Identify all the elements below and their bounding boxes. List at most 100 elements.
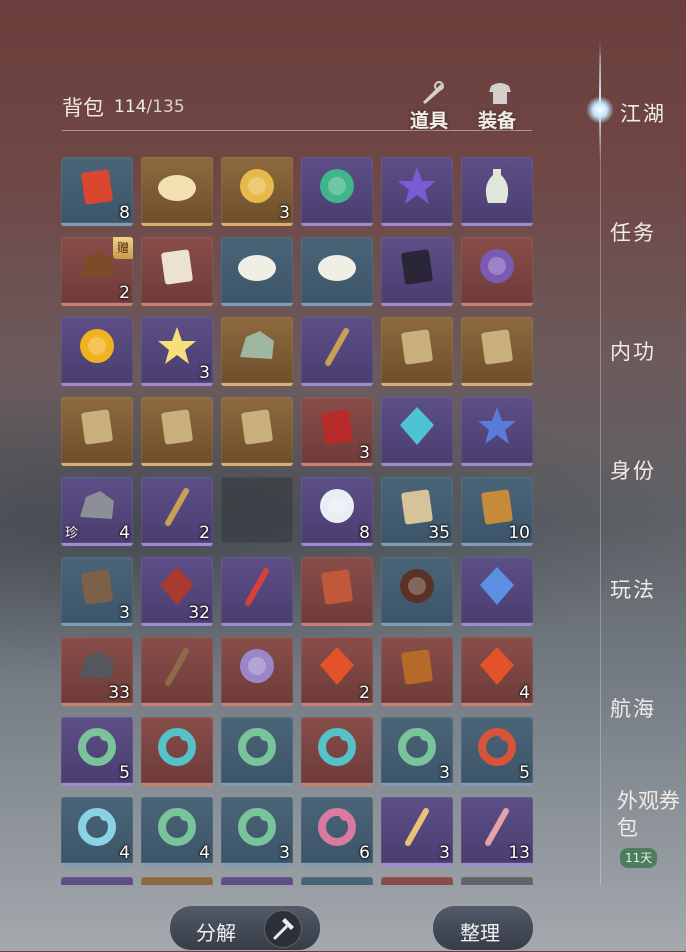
inventory-slot[interactable]: 6 bbox=[301, 797, 373, 866]
decompose-button[interactable]: 分解 bbox=[169, 905, 321, 951]
inventory-slot[interactable]: 3 bbox=[381, 717, 453, 786]
inventory-slot[interactable] bbox=[141, 717, 213, 786]
inventory-slot[interactable] bbox=[61, 397, 133, 466]
fire-crystal-icon bbox=[480, 647, 514, 685]
brush-icon bbox=[165, 488, 189, 526]
sidebar-item-0[interactable]: 江湖 bbox=[620, 98, 686, 128]
green-jade-icon bbox=[398, 728, 436, 766]
inventory-slot[interactable] bbox=[381, 637, 453, 706]
inventory-slot[interactable] bbox=[221, 317, 293, 386]
inventory-slot[interactable]: 2 bbox=[301, 637, 373, 706]
item-quantity: 5 bbox=[519, 763, 530, 783]
inventory-slot[interactable]: 3 bbox=[381, 797, 453, 866]
inventory-slot[interactable] bbox=[141, 637, 213, 706]
inventory-slot[interactable] bbox=[381, 877, 453, 885]
sort-button[interactable]: 整理 bbox=[432, 905, 534, 951]
inventory-slot[interactable] bbox=[301, 157, 373, 226]
tab-equipment[interactable]: 装备 bbox=[474, 83, 520, 132]
sidebar-item-6[interactable]: 外观券包 bbox=[617, 788, 686, 842]
inventory-slot[interactable] bbox=[61, 877, 133, 885]
paper-note-icon bbox=[321, 569, 353, 605]
red-envelope-icon bbox=[321, 409, 353, 445]
inventory-slot[interactable]: 3 bbox=[61, 557, 133, 626]
inventory-slot[interactable] bbox=[221, 877, 293, 885]
inventory-slot[interactable] bbox=[141, 877, 213, 885]
hammer-icon bbox=[264, 910, 302, 948]
inventory-slot[interactable] bbox=[221, 637, 293, 706]
inventory-slot[interactable]: 32 bbox=[141, 557, 213, 626]
fire-crystal-icon bbox=[320, 647, 354, 685]
tools-tab-icon bbox=[423, 81, 444, 104]
item-quantity: 13 bbox=[508, 843, 530, 863]
manuscript-icon bbox=[81, 409, 113, 445]
item-quantity: 32 bbox=[188, 603, 210, 623]
sidebar-item-4[interactable]: 玩法 bbox=[610, 574, 686, 604]
item-quantity: 10 bbox=[508, 523, 530, 543]
inventory-slot[interactable] bbox=[381, 397, 453, 466]
inventory-slot[interactable]: 5 bbox=[61, 717, 133, 786]
inventory-slot[interactable]: 3 bbox=[221, 797, 293, 866]
inventory-slot[interactable] bbox=[381, 557, 453, 626]
inventory-slot[interactable] bbox=[301, 717, 373, 786]
empty-slot[interactable] bbox=[461, 877, 533, 885]
inventory-slot[interactable]: 13 bbox=[461, 797, 533, 866]
green-jade-icon bbox=[238, 728, 276, 766]
inventory-slot[interactable] bbox=[461, 557, 533, 626]
staff-icon bbox=[165, 648, 189, 686]
inventory-grid: 8 3 2 赠 3 3 4 珍 2 8 35 10 3 32 33 2 4 5 3 5 4 4 3 6 3 13 bbox=[61, 157, 533, 885]
inventory-slot[interactable] bbox=[221, 557, 293, 626]
blue-jade-icon bbox=[78, 808, 116, 846]
inventory-slot[interactable]: 3 bbox=[141, 317, 213, 386]
tab-props[interactable]: 道具 bbox=[406, 81, 452, 132]
inventory-slot[interactable] bbox=[221, 397, 293, 466]
inventory-slot[interactable]: 4 bbox=[141, 797, 213, 866]
inventory-slot[interactable]: 8 bbox=[301, 477, 373, 546]
inventory-slot[interactable] bbox=[301, 877, 373, 885]
inventory-slot[interactable]: 3 bbox=[301, 397, 373, 466]
inventory-slot[interactable]: 4 bbox=[61, 797, 133, 866]
active-star-icon bbox=[586, 96, 614, 124]
inventory-slot[interactable] bbox=[301, 237, 373, 306]
inventory-slot[interactable] bbox=[61, 317, 133, 386]
inventory-slot[interactable] bbox=[141, 397, 213, 466]
red-jade-icon bbox=[478, 728, 516, 766]
inventory-slot[interactable]: 8 bbox=[61, 157, 133, 226]
armor-tab-icon bbox=[489, 83, 511, 104]
inventory-slot[interactable] bbox=[141, 237, 213, 306]
inventory-slot[interactable] bbox=[461, 157, 533, 226]
inventory-slot[interactable] bbox=[461, 397, 533, 466]
inventory-slot[interactable]: 35 bbox=[381, 477, 453, 546]
hammer-icon bbox=[401, 649, 433, 685]
item-quantity: 3 bbox=[119, 603, 130, 623]
inventory-slot[interactable] bbox=[221, 717, 293, 786]
inventory-slot[interactable] bbox=[461, 237, 533, 306]
inventory-slot[interactable]: 4 bbox=[461, 637, 533, 706]
item-quantity: 4 bbox=[199, 843, 210, 863]
item-quantity: 5 bbox=[119, 763, 130, 783]
sidebar-item-3[interactable]: 身份 bbox=[610, 455, 686, 485]
inventory-slot[interactable]: 3 bbox=[221, 157, 293, 226]
inventory-slot[interactable] bbox=[221, 237, 293, 306]
sidebar-item-2[interactable]: 内功 bbox=[610, 336, 686, 366]
inventory-slot[interactable]: 33 bbox=[61, 637, 133, 706]
inventory-slot[interactable] bbox=[381, 317, 453, 386]
inventory-slot[interactable] bbox=[381, 237, 453, 306]
inventory-slot[interactable]: 4珍 bbox=[61, 477, 133, 546]
bag-capacity: 114/135 bbox=[114, 97, 185, 117]
inventory-slot[interactable] bbox=[381, 157, 453, 226]
sidebar-item-1[interactable]: 任务 bbox=[610, 217, 686, 247]
inventory-slot[interactable]: 5 bbox=[461, 717, 533, 786]
green-gem-icon bbox=[320, 169, 354, 203]
inventory-slot[interactable]: 10 bbox=[461, 477, 533, 546]
inventory-slot[interactable] bbox=[301, 557, 373, 626]
inventory-slot[interactable] bbox=[461, 317, 533, 386]
sidebar-item-5[interactable]: 航海 bbox=[610, 693, 686, 723]
empty-slot[interactable] bbox=[221, 477, 293, 543]
inventory-slot[interactable] bbox=[301, 317, 373, 386]
bag-count: 114 bbox=[114, 97, 147, 117]
inventory-slot[interactable] bbox=[141, 157, 213, 226]
inventory-slot[interactable]: 2赠 bbox=[61, 237, 133, 306]
inventory-slot[interactable]: 2 bbox=[141, 477, 213, 546]
tab-props-label: 道具 bbox=[409, 110, 448, 132]
jade-stone-icon bbox=[240, 331, 274, 359]
